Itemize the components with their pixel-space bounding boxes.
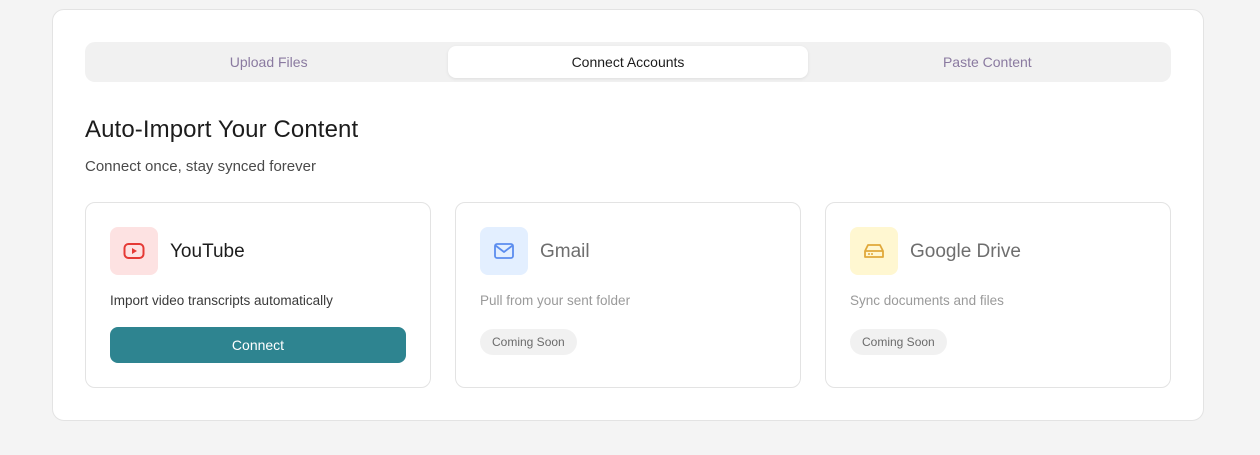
google-drive-card-title: Google Drive — [910, 241, 1021, 262]
page-subtitle: Connect once, stay synced forever — [85, 158, 316, 175]
drive-icon — [864, 244, 884, 258]
drive-icon-box — [850, 227, 898, 275]
gmail-card-title: Gmail — [540, 241, 590, 262]
coming-soon-badge: Coming Soon — [850, 329, 947, 355]
youtube-card-description: Import video transcripts automatically — [110, 293, 333, 308]
coming-soon-badge: Coming Soon — [480, 329, 577, 355]
tab-bar: Upload Files Connect Accounts Paste Cont… — [85, 42, 1171, 82]
connect-accounts-panel: Upload Files Connect Accounts Paste Cont… — [52, 9, 1204, 421]
google-drive-card-description: Sync documents and files — [850, 293, 1004, 308]
integration-cards: YouTube Import video transcripts automat… — [85, 202, 1171, 388]
tab-paste-content[interactable]: Paste Content — [808, 46, 1167, 78]
youtube-card-title: YouTube — [170, 241, 245, 262]
youtube-icon-box — [110, 227, 158, 275]
tab-connect-accounts[interactable]: Connect Accounts — [448, 46, 808, 78]
youtube-icon — [123, 243, 145, 259]
google-drive-card: Google Drive Sync documents and files Co… — [825, 202, 1171, 388]
youtube-card: YouTube Import video transcripts automat… — [85, 202, 431, 388]
mail-icon — [494, 243, 514, 259]
gmail-card: Gmail Pull from your sent folder Coming … — [455, 202, 801, 388]
tab-upload-files[interactable]: Upload Files — [89, 46, 448, 78]
page-title: Auto-Import Your Content — [85, 116, 359, 143]
gmail-card-description: Pull from your sent folder — [480, 293, 631, 308]
youtube-connect-button[interactable]: Connect — [110, 327, 406, 363]
gmail-icon-box — [480, 227, 528, 275]
